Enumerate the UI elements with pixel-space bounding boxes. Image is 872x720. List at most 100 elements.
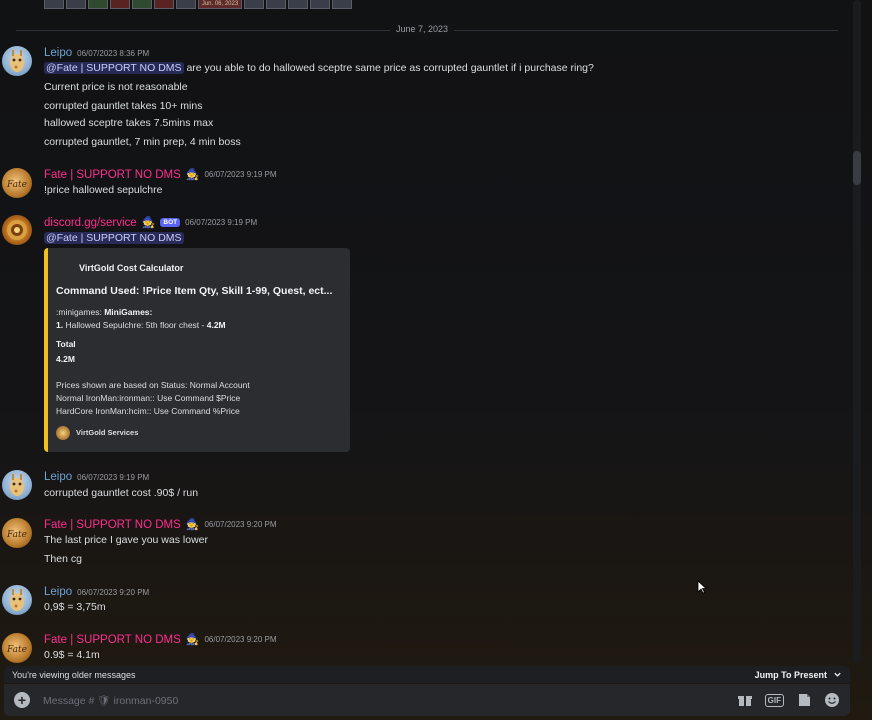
svg-text:Fate: Fate: [6, 180, 27, 190]
strip-tile: [66, 0, 86, 9]
message-line: The last price I gave you was lower: [44, 534, 208, 546]
timestamp: 06/07/2023 9:20 PM: [77, 587, 150, 597]
mouse-cursor-icon: [697, 580, 707, 594]
avatar[interactable]: Fate: [2, 168, 32, 198]
jump-to-present-label: Jump To Present: [754, 669, 827, 680]
timestamp: 06/07/2023 9:19 PM: [185, 218, 258, 227]
message-line: 0.9$ = 4.1m: [44, 649, 100, 661]
username[interactable]: Fate | SUPPORT NO DMS: [44, 169, 181, 181]
message-header: discord.gg/service 🧙 BOT 06/07/2023 9:19…: [44, 216, 258, 230]
embed-item-price: 4.2M: [206, 320, 226, 330]
username[interactable]: Fate | SUPPORT NO DMS: [44, 519, 181, 531]
composer-tools: GIF: [737, 692, 840, 708]
strip-date-tile: Jun. 06, 2023: [198, 0, 242, 9]
date-divider-label: June 7, 2023: [389, 24, 455, 34]
bot-badge: BOT: [160, 218, 181, 227]
username[interactable]: Leipo: [44, 586, 72, 598]
strip-tile: [310, 0, 330, 9]
scrollbar-thumb[interactable]: [853, 151, 861, 185]
message-input[interactable]: Message # 🛡 ironman-0950: [43, 694, 737, 707]
svg-text:Fate: Fate: [6, 530, 27, 540]
plus-icon[interactable]: +: [14, 692, 30, 708]
timestamp: 06/07/2023 9:19 PM: [204, 170, 277, 179]
message-composer: + Message # 🛡 ironman-0950 GIF: [4, 684, 850, 716]
giraffe-avatar-icon: [10, 50, 24, 72]
strip-tile: [110, 0, 130, 9]
previous-image-strip[interactable]: Jun. 06, 2023: [44, 0, 416, 9]
role-icon: 🧙: [185, 169, 200, 181]
message-header: Fate | SUPPORT NO DMS 🧙 06/07/2023 9:19 …: [44, 168, 277, 182]
strip-tile: [332, 0, 352, 9]
message-line: Then cg: [44, 553, 82, 565]
embed-item-text: Hallowed Sepulchre: 5th floor chest -: [63, 320, 207, 330]
message-line: @Fate | SUPPORT NO DMS are you able to d…: [44, 62, 594, 74]
message-line: Current price is not reasonable: [44, 81, 188, 93]
user-mention[interactable]: @Fate | SUPPORT NO DMS: [44, 232, 184, 244]
avatar[interactable]: [2, 585, 32, 615]
timestamp: 06/07/2023 8:36 PM: [77, 48, 150, 58]
username[interactable]: Fate | SUPPORT NO DMS: [44, 634, 181, 646]
sticker-icon[interactable]: [796, 692, 812, 708]
username[interactable]: Leipo: [44, 47, 72, 59]
embed-footer: VirtGold Services: [76, 428, 139, 437]
fate-avatar-icon: Fate: [6, 645, 27, 655]
timestamp: 06/07/2023 9:20 PM: [204, 635, 277, 644]
avatar[interactable]: [2, 215, 32, 245]
embed-minigames-prefix: :minigames:: [56, 307, 105, 317]
chevron-down-icon: [834, 672, 841, 677]
message-line: 0,9$ = 3,75m: [44, 601, 106, 613]
user-mention[interactable]: @Fate | SUPPORT NO DMS: [44, 62, 184, 74]
avatar[interactable]: Fate: [2, 633, 32, 663]
message-header: Leipo 06/07/2023 8:36 PM: [44, 47, 149, 59]
embed-minigames-line: :minigames: MiniGames:: [56, 307, 152, 317]
message-line: !price hallowed sepulchre: [44, 184, 163, 196]
date-divider: June 7, 2023: [0, 24, 844, 34]
message-line: corrupted gauntlet, 7 min prep, 4 min bo…: [44, 136, 241, 148]
svg-text:Fate: Fate: [6, 645, 27, 655]
embed-footer-icon: [56, 426, 70, 440]
message-text: are you able to do hallowed sceptre same…: [183, 62, 594, 74]
strip-tile: [266, 0, 286, 9]
embed-total-value: 4.2M: [56, 354, 75, 364]
embed-total-label-text: Total: [56, 339, 76, 349]
message-line: @Fate | SUPPORT NO DMS: [44, 232, 184, 244]
message-header: Fate | SUPPORT NO DMS 🧙 06/07/2023 9:20 …: [44, 518, 277, 532]
avatar[interactable]: [2, 470, 32, 500]
embed-note: HardCore IronMan:hcim:: Use Command %Pri…: [56, 406, 240, 416]
scrollbar-track[interactable]: [853, 0, 861, 663]
username[interactable]: discord.gg/service: [44, 217, 137, 229]
giraffe-avatar-icon: [10, 474, 24, 496]
embed-total-label: Total: [56, 339, 76, 349]
timestamp: 06/07/2023 9:20 PM: [204, 520, 277, 529]
jump-to-present-button[interactable]: Jump To Present: [755, 670, 842, 680]
emoji-icon[interactable]: [824, 692, 840, 708]
fate-avatar-icon: Fate: [6, 530, 27, 540]
bot-embed: VirtGold Cost Calculator Command Used: !…: [44, 248, 350, 452]
embed-total-value-text: 4.2M: [56, 354, 75, 364]
role-icon: 🧙: [141, 217, 156, 229]
username[interactable]: Leipo: [44, 471, 72, 483]
embed-title: Command Used: !Price Item Qty, Skill 1-9…: [56, 285, 333, 297]
gif-icon[interactable]: GIF: [764, 693, 784, 707]
gift-icon[interactable]: [737, 692, 753, 708]
embed-minigames-label: MiniGames:: [104, 307, 153, 317]
avatar[interactable]: Fate: [2, 518, 32, 548]
strip-tile: [154, 0, 174, 9]
message-header: Fate | SUPPORT NO DMS 🧙 06/07/2023 9:20 …: [44, 633, 277, 647]
older-messages-bar: You're viewing older messages Jump To Pr…: [4, 666, 850, 683]
timestamp: 06/07/2023 9:19 PM: [77, 472, 150, 482]
older-messages-label: You're viewing older messages: [12, 669, 136, 680]
message-line: corrupted gauntlet takes 10+ mins: [44, 100, 203, 112]
strip-tile: [244, 0, 264, 9]
embed-note: Normal IronMan:ironman:: Use Command $Pr…: [56, 393, 241, 403]
strip-tile: [288, 0, 308, 9]
role-icon: 🧙: [185, 634, 200, 646]
giraffe-avatar-icon: [10, 589, 24, 611]
role-icon: 🧙: [185, 519, 200, 531]
message-line: corrupted gauntlet cost .90$ / run: [44, 487, 199, 499]
avatar[interactable]: [2, 46, 32, 76]
message-line: hallowed sceptre takes 7.5mins max: [44, 117, 214, 129]
strip-tile: [44, 0, 64, 9]
strip-tile: [176, 0, 196, 9]
embed-author: VirtGold Cost Calculator: [79, 263, 184, 273]
